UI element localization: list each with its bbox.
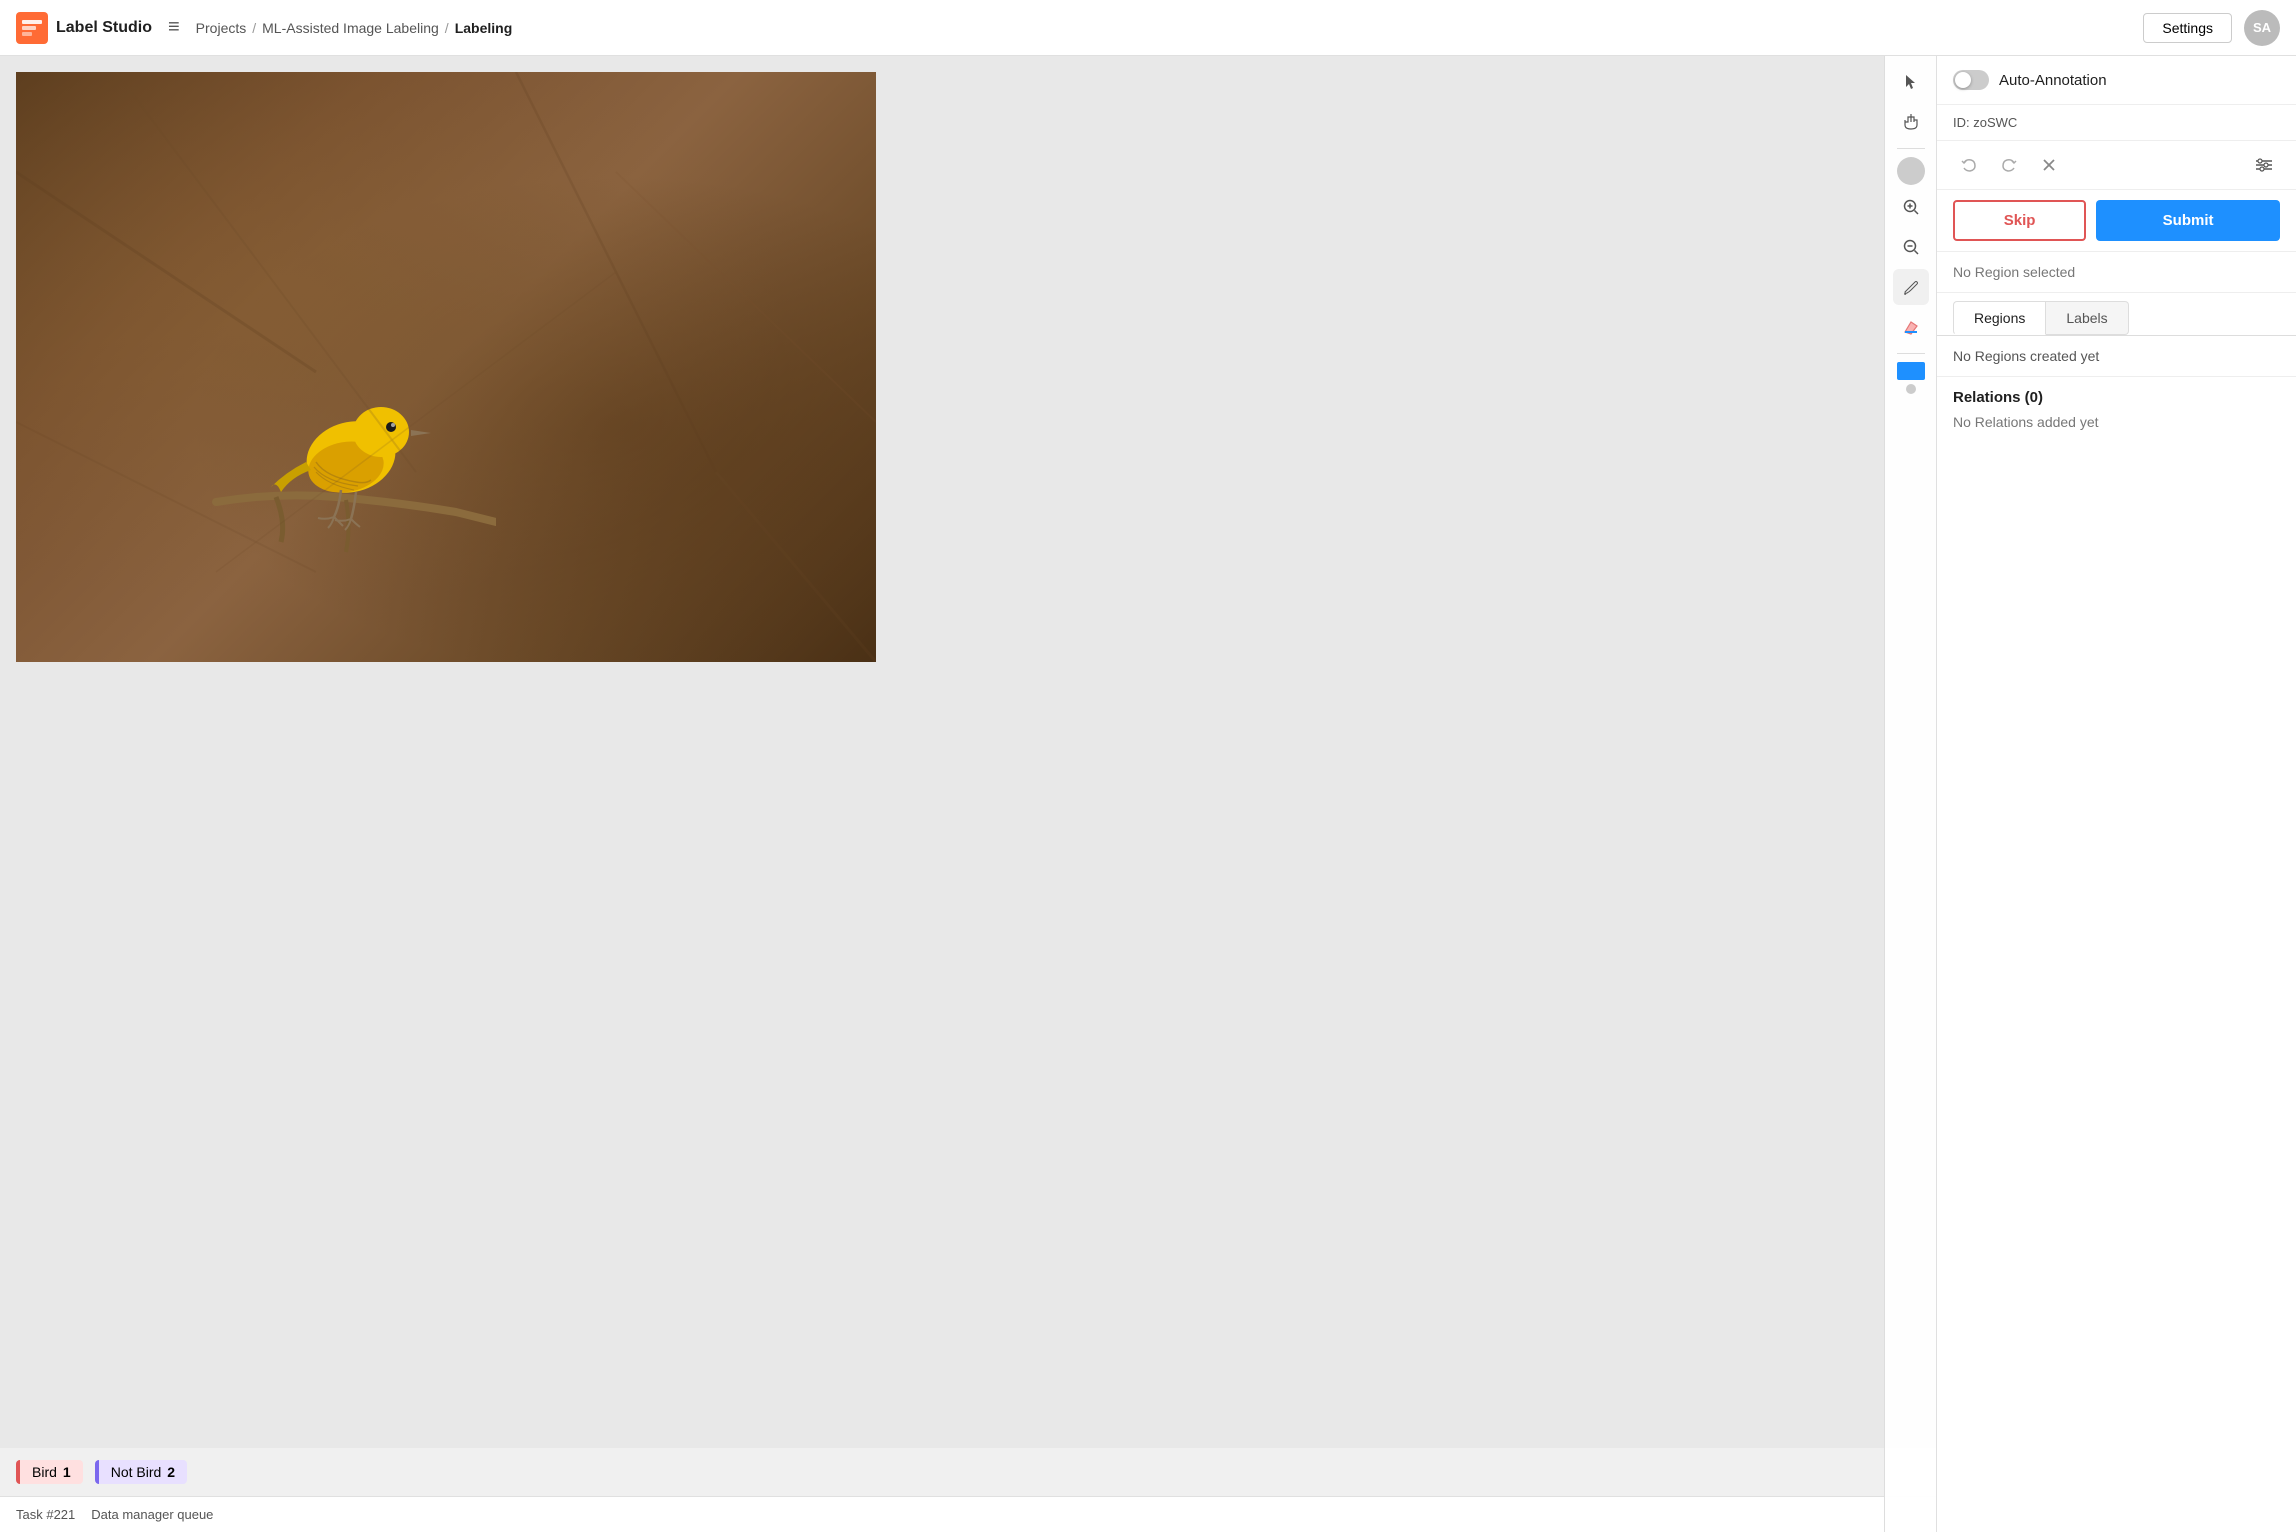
cursor-icon (1902, 73, 1920, 91)
tool-sidebar (1884, 56, 1936, 1532)
label-notbird-name: Not Bird (111, 1464, 162, 1480)
extra-dot (1906, 384, 1916, 394)
label-studio-logo-icon (16, 12, 48, 44)
zoom-out-icon (1902, 238, 1920, 256)
main-layout: Bird 1 Not Bird 2 Task #221 Data manager… (0, 56, 2296, 1532)
tool-divider-1 (1897, 148, 1925, 149)
no-regions-text: No Regions created yet (1937, 336, 2296, 376)
task-id: Task #221 (16, 1507, 75, 1522)
no-region-selected: No Region selected (1937, 252, 2296, 293)
breadcrumb: Projects / ML-Assisted Image Labeling / … (196, 20, 513, 36)
auto-annotation-label: Auto-Annotation (1999, 72, 2107, 89)
relations-title: Relations (0) (1953, 389, 2280, 406)
toggle-knob (1955, 72, 1971, 88)
breadcrumb-sep2: / (445, 20, 449, 36)
relations-section: Relations (0) No Relations added yet (1937, 376, 2296, 442)
auto-annotation-section: Auto-Annotation (1937, 56, 2296, 105)
eraser-icon (1902, 318, 1920, 336)
breadcrumb-current: Labeling (455, 20, 513, 36)
redo-button[interactable] (1993, 149, 2025, 181)
hand-icon (1902, 113, 1920, 131)
label-bird-name: Bird (32, 1464, 57, 1480)
no-relations-text: No Relations added yet (1953, 414, 2280, 430)
header-actions: Settings SA (2143, 10, 2280, 46)
close-icon (2042, 158, 2056, 172)
logo: Label Studio (16, 12, 152, 44)
image-container (0, 56, 1936, 1448)
tab-regions[interactable]: Regions (1953, 301, 2046, 335)
background-texture (16, 72, 876, 662)
tab-labels[interactable]: Labels (2046, 301, 2128, 335)
labels-bar: Bird 1 Not Bird 2 (0, 1448, 1936, 1496)
close-annotation-button[interactable] (2033, 149, 2065, 181)
labeling-image[interactable] (16, 72, 876, 662)
panel-toolbar (1937, 141, 2296, 190)
settings-button[interactable]: Settings (2143, 13, 2232, 43)
avatar[interactable]: SA (2244, 10, 2280, 46)
undo-icon (1961, 157, 1977, 173)
auto-annotation-toggle[interactable] (1953, 70, 1989, 90)
eraser-tool-button[interactable] (1893, 309, 1929, 345)
menu-icon[interactable]: ≡ (168, 16, 180, 39)
pan-tool-button[interactable] (1893, 104, 1929, 140)
tool-divider-2 (1897, 353, 1925, 354)
label-chip-notbird[interactable]: Not Bird 2 (95, 1460, 187, 1484)
queue-info: Data manager queue (91, 1507, 213, 1522)
canvas-area: Bird 1 Not Bird 2 Task #221 Data manager… (0, 56, 1936, 1532)
brush-icon (1902, 278, 1920, 296)
select-tool-button[interactable] (1893, 64, 1929, 100)
zoom-in-icon (1902, 198, 1920, 216)
header: Label Studio ≡ Projects / ML-Assisted Im… (0, 0, 2296, 56)
settings-tool-button[interactable] (2248, 149, 2280, 181)
status-bar: Task #221 Data manager queue (0, 1496, 1936, 1532)
skip-button[interactable]: Skip (1953, 200, 2086, 241)
app-title: Label Studio (56, 19, 152, 37)
redo-icon (2001, 157, 2017, 173)
annotation-id: ID: zoSWC (1937, 105, 2296, 141)
zoom-in-button[interactable] (1893, 189, 1929, 225)
zoom-out-button[interactable] (1893, 229, 1929, 265)
brush-tool-button[interactable] (1893, 269, 1929, 305)
zoom-circle (1897, 157, 1925, 185)
panel-actions: Skip Submit (1937, 190, 2296, 252)
breadcrumb-projects[interactable]: Projects (196, 20, 247, 36)
breadcrumb-sep1: / (252, 20, 256, 36)
label-notbird-count: 2 (167, 1464, 175, 1480)
undo-button[interactable] (1953, 149, 1985, 181)
sliders-icon (2255, 158, 2273, 172)
breadcrumb-project[interactable]: ML-Assisted Image Labeling (262, 20, 439, 36)
right-panel: Auto-Annotation ID: zoSWC (1936, 56, 2296, 1532)
label-chip-bird[interactable]: Bird 1 (16, 1460, 83, 1484)
label-bird-count: 1 (63, 1464, 71, 1480)
submit-button[interactable]: Submit (2096, 200, 2280, 241)
panel-tabs: Regions Labels (1937, 293, 2296, 336)
color-swatch[interactable] (1897, 362, 1925, 380)
